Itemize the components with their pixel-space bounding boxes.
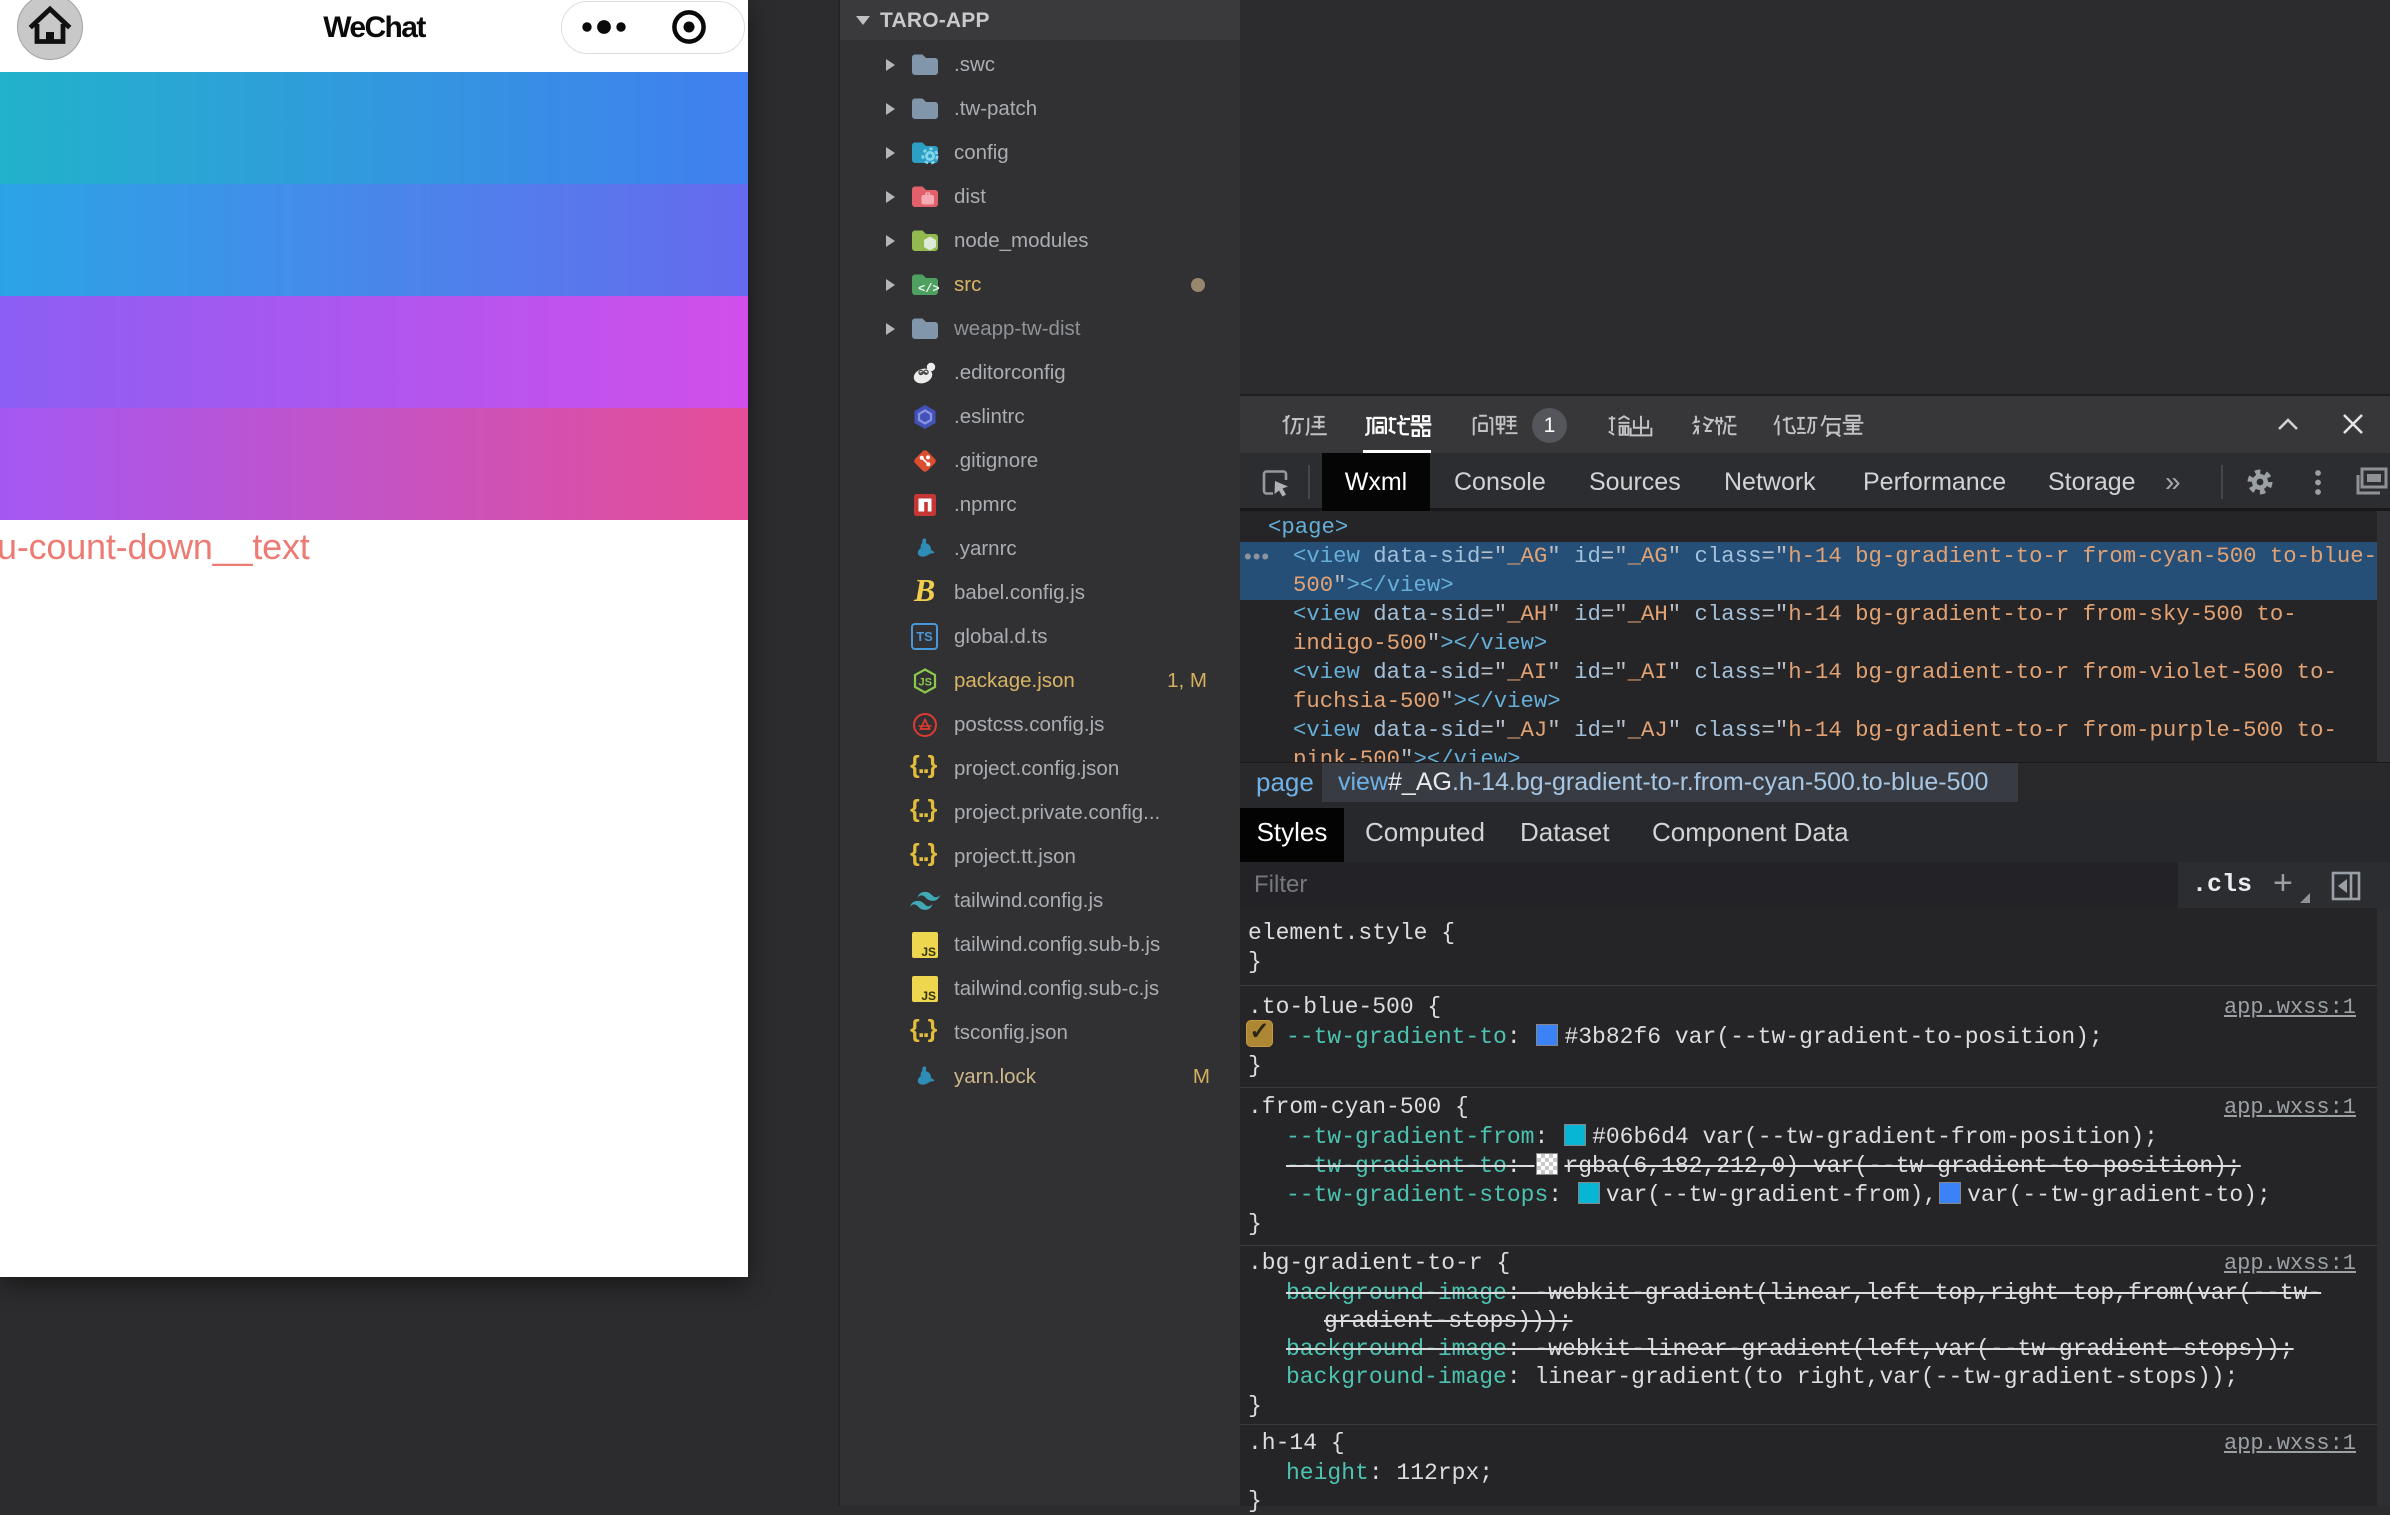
svg-text:</>: </> (918, 282, 940, 296)
svg-text:JS: JS (919, 677, 932, 689)
